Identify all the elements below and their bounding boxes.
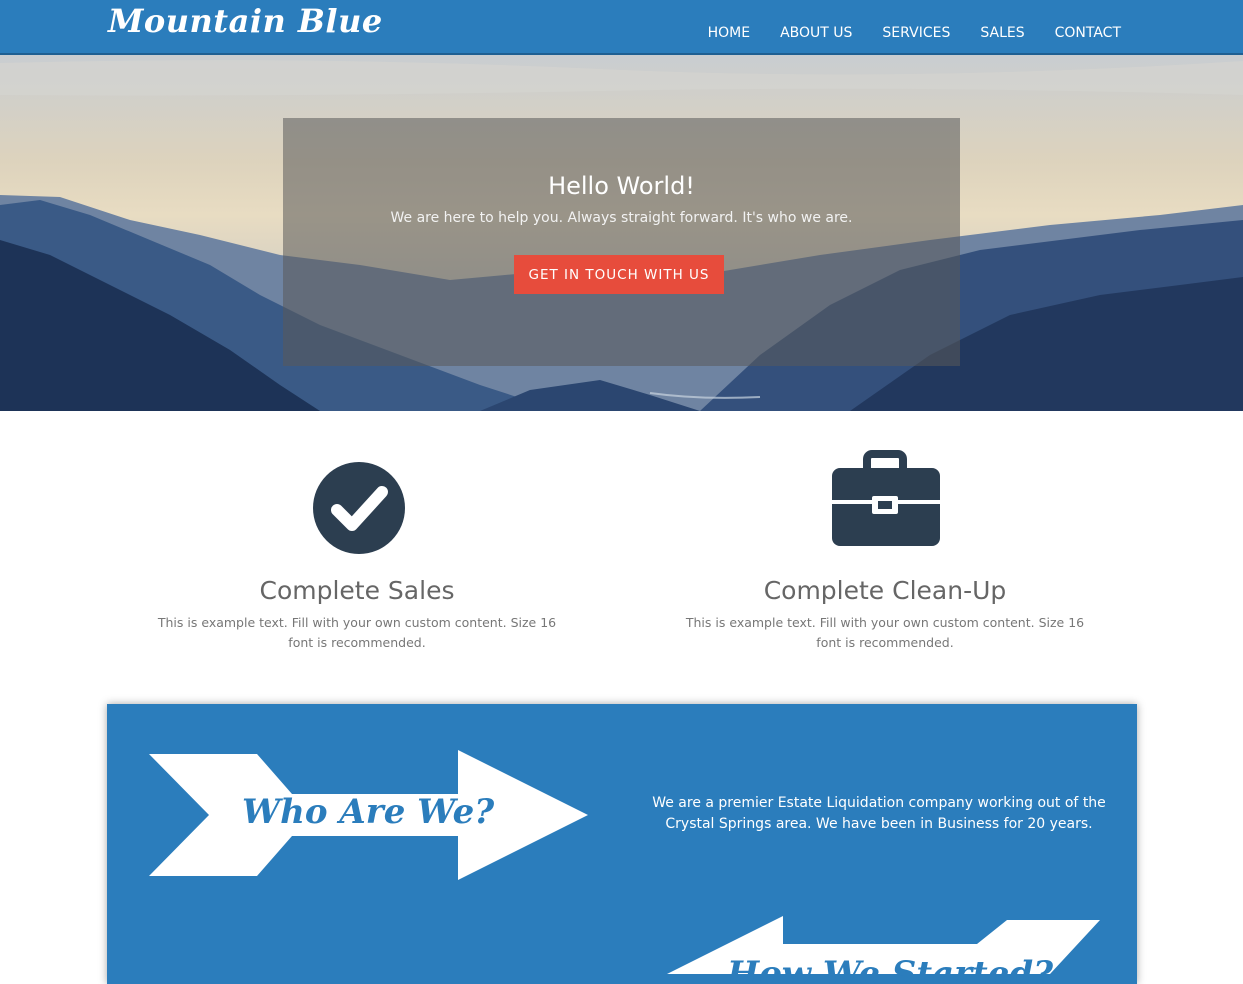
nav-sales[interactable]: SALES	[980, 25, 1024, 41]
arrow-graphics	[149, 750, 1100, 974]
nav-services[interactable]: SERVICES	[882, 25, 950, 41]
hero-banner: Hello World! We are here to help you. Al…	[0, 55, 1243, 411]
site-logo[interactable]: Mountain Blue	[108, 2, 383, 40]
feature-title: Complete Sales	[259, 576, 455, 605]
how-we-started-label: How We Started?	[727, 954, 1054, 984]
feature-complete-sales: Complete Sales This is example text. Fil…	[147, 450, 567, 653]
about-section: Who Are We? We are a premier Estate Liqu…	[107, 704, 1137, 984]
who-are-we-label: Who Are We?	[242, 792, 495, 832]
site-header: Mountain Blue HOME ABOUT US SERVICES SAL…	[0, 0, 1243, 55]
hero-overlay-box: Hello World! We are here to help you. Al…	[283, 118, 960, 366]
feature-text: This is example text. Fill with your own…	[157, 615, 557, 650]
about-text: We are a premier Estate Liquidation comp…	[652, 795, 1106, 832]
hero-title: Hello World!	[548, 172, 695, 200]
feature-complete-clean-up: Complete Clean-Up This is example text. …	[675, 450, 1095, 653]
nav-about-us[interactable]: ABOUT US	[780, 25, 852, 41]
briefcase-icon	[830, 450, 940, 560]
main-nav: HOME ABOUT US SERVICES SALES CONTACT	[708, 25, 1121, 41]
feature-text: This is example text. Fill with your own…	[685, 615, 1085, 650]
hero-subtitle: We are here to help you. Always straight…	[390, 210, 853, 226]
nav-contact[interactable]: CONTACT	[1055, 25, 1121, 41]
get-in-touch-button[interactable]: GET IN TOUCH WITH US	[514, 255, 724, 294]
nav-home[interactable]: HOME	[708, 25, 750, 41]
feature-title: Complete Clean-Up	[763, 576, 1007, 605]
check-circle-icon	[302, 450, 412, 560]
